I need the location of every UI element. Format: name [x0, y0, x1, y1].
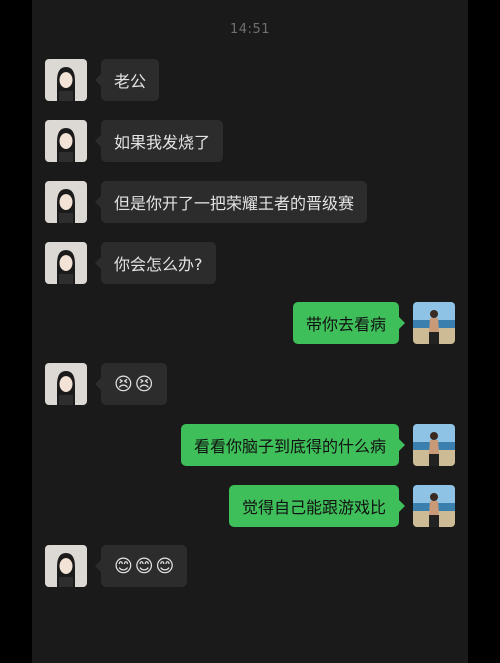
chat-screen: 14:51 老公 如果我发烧了 但是你开了一把荣耀王者的晋级赛 你会怎么办? 带… — [32, 0, 468, 663]
chat-message-row: 老公 — [32, 59, 468, 103]
chat-message-row: 😣 😣 — [32, 363, 468, 407]
chat-message-row: 但是你开了一把荣耀王者的晋级赛 — [32, 181, 468, 225]
persevering-face-emoji: 😣 — [114, 373, 133, 395]
smiling-face-emoji: 😊 — [155, 555, 175, 577]
smiling-face-emoji: 😊 — [134, 555, 154, 577]
message-text: 看看你脑子到底得的什么病 — [193, 437, 386, 456]
message-timestamp: 14:51 — [230, 22, 270, 37]
message-bubble[interactable]: 😊 😊 😊 — [94, 545, 188, 587]
chat-message-row: 觉得自己能跟游戏比 — [32, 485, 468, 529]
message-text: 老公 — [114, 72, 147, 91]
contact-avatar[interactable] — [45, 545, 87, 587]
message-bubble[interactable]: 带你去看病 — [292, 302, 406, 344]
user-avatar[interactable] — [413, 424, 455, 466]
emoji-group: 😣 😣 — [114, 374, 154, 395]
message-text: 但是你开了一把荣耀王者的晋级赛 — [114, 194, 355, 213]
contact-avatar[interactable] — [45, 59, 87, 101]
user-avatar[interactable] — [413, 485, 455, 527]
message-bubble[interactable]: 如果我发烧了 — [94, 120, 224, 162]
contact-avatar[interactable] — [45, 363, 87, 405]
message-text: 带你去看病 — [305, 315, 386, 334]
chat-message-row: 看看你脑子到底得的什么病 — [32, 424, 468, 468]
contact-avatar[interactable] — [45, 181, 87, 223]
persevering-face-emoji: 😣 — [134, 373, 154, 395]
message-bubble[interactable]: 看看你脑子到底得的什么病 — [180, 424, 406, 466]
smiling-face-emoji: 😊 — [114, 555, 133, 577]
message-bubble[interactable]: 你会怎么办? — [95, 242, 216, 284]
contact-avatar[interactable] — [45, 120, 87, 162]
message-text: 如果我发烧了 — [114, 133, 211, 152]
message-bubble[interactable]: 但是你开了一把荣耀王者的晋级赛 — [94, 181, 368, 223]
message-text: 觉得自己能跟游戏比 — [241, 498, 386, 517]
chat-message-row: 你会怎么办? — [32, 242, 468, 286]
message-bubble[interactable]: 老公 — [94, 59, 160, 101]
chat-message-row: 😊 😊 😊 — [32, 545, 468, 589]
message-text: 你会怎么办? — [114, 255, 203, 274]
emoji-group: 😊 😊 😊 — [114, 556, 174, 577]
message-bubble[interactable]: 觉得自己能跟游戏比 — [228, 485, 406, 527]
chat-message-row: 带你去看病 — [32, 302, 468, 346]
contact-avatar[interactable] — [45, 242, 87, 284]
message-bubble[interactable]: 😣 😣 — [95, 363, 167, 405]
chat-message-row: 如果我发烧了 — [32, 120, 468, 164]
user-avatar[interactable] — [413, 302, 455, 344]
